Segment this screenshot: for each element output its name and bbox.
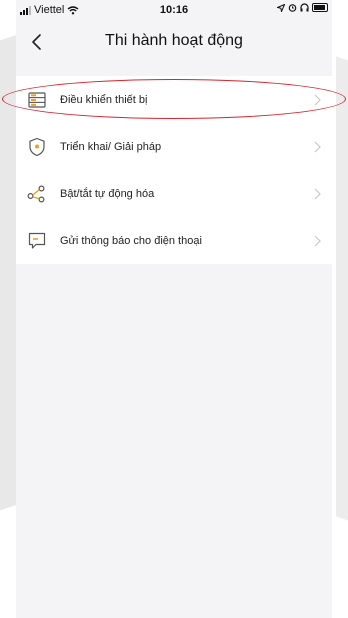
status-right [277, 3, 328, 12]
action-list: Điều khiển thiết bị Triển khai/ Giải phá… [2, 76, 346, 264]
status-bar: Viettel 10:16 [16, 0, 332, 20]
chevron-right-icon [310, 140, 324, 154]
action-label: Triển khai/ Giải pháp [60, 140, 162, 153]
device-control-icon [26, 89, 48, 111]
headphones-icon [300, 3, 309, 12]
app-screen: Viettel 10:16 Thi hành hoạt động Điều kh… [2, 0, 346, 618]
action-item-send-phone-notification[interactable]: Gửi thông báo cho điện thoại [16, 217, 332, 264]
action-item-device-control[interactable]: Điều khiển thiết bị [2, 76, 346, 123]
battery-icon [312, 3, 328, 12]
decorative-left-band [0, 0, 16, 618]
shield-icon [26, 136, 48, 158]
action-item-toggle-automation[interactable]: Bật/tắt tự động hóa [16, 170, 332, 217]
message-icon [26, 230, 48, 252]
page-title: Thi hành hoạt động [105, 32, 243, 49]
action-label: Gửi thông báo cho điện thoại [60, 234, 202, 247]
action-label: Bật/tắt tự động hóa [60, 187, 155, 200]
chevron-right-icon [310, 187, 324, 201]
location-icon [277, 3, 285, 12]
nav-bar: Thi hành hoạt động [16, 20, 332, 64]
automation-nodes-icon [26, 183, 48, 205]
action-item-deploy-solution[interactable]: Triển khai/ Giải pháp [16, 123, 332, 170]
chevron-right-icon [310, 234, 324, 248]
action-label: Điều khiển thiết bị [60, 93, 148, 106]
back-button[interactable] [22, 28, 50, 56]
alarm-icon [288, 4, 297, 12]
chevron-right-icon [310, 93, 324, 107]
chevron-left-icon [32, 34, 41, 50]
decorative-right-band [332, 0, 348, 618]
